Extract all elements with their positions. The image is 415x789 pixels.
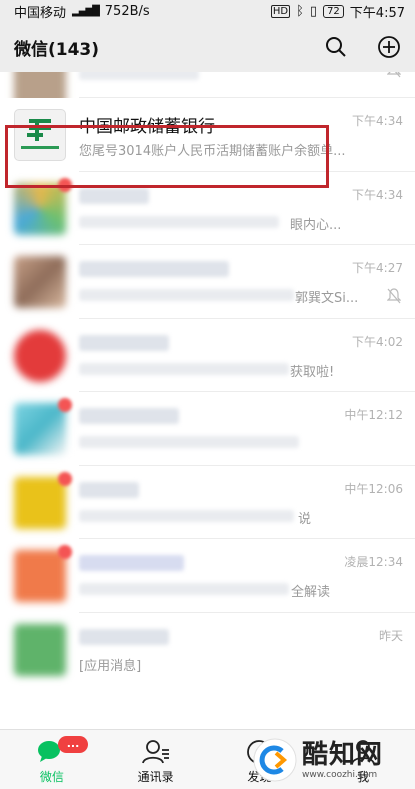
chat-time: 凌晨12:34 xyxy=(344,555,403,569)
mute-bell-icon xyxy=(386,72,402,82)
header-actions xyxy=(325,35,401,59)
battery-icon: 72 xyxy=(323,4,344,18)
chat-time: 中午12:06 xyxy=(344,481,403,496)
chat-row[interactable]: [应用消息] 昨天 xyxy=(0,612,415,686)
search-icon[interactable] xyxy=(325,36,347,58)
chat-list: 中国邮政储蓄银行 您尾号3014账户人民币活期储蓄账户余额单... 下午4:34… xyxy=(0,72,415,729)
blurred-preview xyxy=(79,72,199,80)
contacts-icon xyxy=(141,740,169,764)
status-left: 中国移动 ▂▄▆█ 752B/s xyxy=(14,2,150,21)
wechat-screen: 中国移动 ▂▄▆█ 752B/s HD ᛒ ▯ 72 下午4:57 微信(143… xyxy=(0,0,415,789)
watermark-text: 酷知网 www.coozhi.com xyxy=(302,740,383,780)
avatar xyxy=(14,476,66,529)
unread-badge: ... xyxy=(58,736,88,753)
chat-time: 下午4:02 xyxy=(352,334,403,349)
watermark-url: www.coozhi.com xyxy=(302,770,378,780)
blurred-name xyxy=(79,334,169,351)
unread-dot xyxy=(58,471,72,486)
chat-preview: 说 xyxy=(298,511,312,527)
clock-time: 下午4:57 xyxy=(349,5,405,21)
chat-row[interactable]: 中午12:12 xyxy=(0,392,415,466)
chat-preview: 眼内心... xyxy=(290,217,342,233)
avatar xyxy=(14,550,66,602)
chat-preview: [应用消息] xyxy=(79,658,142,674)
unread-dot xyxy=(58,545,72,559)
chat-row[interactable]: 获取啦! 下午4:02 xyxy=(0,318,415,392)
blurred-name xyxy=(79,187,149,204)
avatar xyxy=(14,623,66,676)
signal-icon: ▂▄▆█ xyxy=(72,5,100,17)
chat-time: 昨天 xyxy=(378,628,403,643)
status-bar: 中国移动 ▂▄▆█ 752B/s HD ᛒ ▯ 72 下午4:57 xyxy=(0,0,415,22)
unread-dot xyxy=(58,177,72,192)
watermark-title: 酷知网 xyxy=(302,740,384,770)
vibrate-icon: ▯ xyxy=(309,3,318,19)
blurred-name xyxy=(79,261,229,277)
blurred-preview xyxy=(79,289,294,301)
watermark: 酷知网 www.coozhi.com xyxy=(252,735,410,785)
chat-row[interactable]: 全解读 凌晨12:34 xyxy=(0,539,415,613)
avatar xyxy=(14,256,66,308)
header: 微信(143) xyxy=(0,22,415,72)
blurred-name xyxy=(79,628,169,645)
status-right: HD ᛒ ▯ 72 下午4:57 xyxy=(270,2,405,21)
chat-row[interactable] xyxy=(0,72,415,108)
blurred-name xyxy=(79,408,179,424)
chat-row[interactable]: 眼内心... 下午4:34 xyxy=(0,171,415,245)
chat-time: 中午12:12 xyxy=(344,408,403,422)
page-title: 微信(143) xyxy=(14,39,100,60)
blurred-name xyxy=(79,555,184,571)
blurred-preview xyxy=(79,583,289,595)
chat-preview: 郭巽文Si... xyxy=(295,291,359,306)
bluetooth-icon: ᛒ xyxy=(296,3,304,19)
plus-circle-icon[interactable] xyxy=(377,35,401,59)
tab-label: 微信 xyxy=(39,770,64,784)
blurred-preview xyxy=(79,436,299,448)
chat-preview: 您尾号3014账户人民币活期储蓄账户余额单... xyxy=(79,144,346,159)
chat-name: 中国邮政储蓄银行 xyxy=(79,117,215,137)
blurred-preview xyxy=(79,362,289,375)
mute-bell-icon xyxy=(386,288,402,308)
chat-time: 下午4:34 xyxy=(352,187,403,202)
unread-dot xyxy=(58,398,72,412)
blurred-preview xyxy=(79,509,294,522)
tab-label: 通讯录 xyxy=(137,770,174,784)
avatar xyxy=(14,182,66,235)
network-speed: 752B/s xyxy=(104,3,150,19)
avatar xyxy=(14,403,66,455)
coozhi-logo-icon xyxy=(253,738,297,782)
postal-bank-logo xyxy=(14,109,66,161)
chat-preview: 获取啦! xyxy=(290,364,335,380)
chat-row-postal-bank[interactable]: 中国邮政储蓄银行 您尾号3014账户人民币活期储蓄账户余额单... 下午4:34 xyxy=(0,98,415,172)
chat-time: 下午4:34 xyxy=(352,114,403,128)
avatar xyxy=(14,329,66,382)
chat-row[interactable]: 郭巽文Si... 下午4:27 xyxy=(0,245,415,319)
carrier-label: 中国移动 xyxy=(14,5,67,21)
hd-icon: HD xyxy=(270,4,291,18)
chat-preview: 全解读 xyxy=(291,585,331,600)
chat-row[interactable]: 说 中午12:06 xyxy=(0,465,415,539)
blurred-name xyxy=(79,481,139,498)
chat-time: 下午4:27 xyxy=(352,261,403,275)
blurred-preview xyxy=(79,215,279,228)
tab-contacts[interactable]: 通讯录 xyxy=(104,730,208,789)
tab-chats[interactable]: ... 微信 xyxy=(0,730,104,789)
